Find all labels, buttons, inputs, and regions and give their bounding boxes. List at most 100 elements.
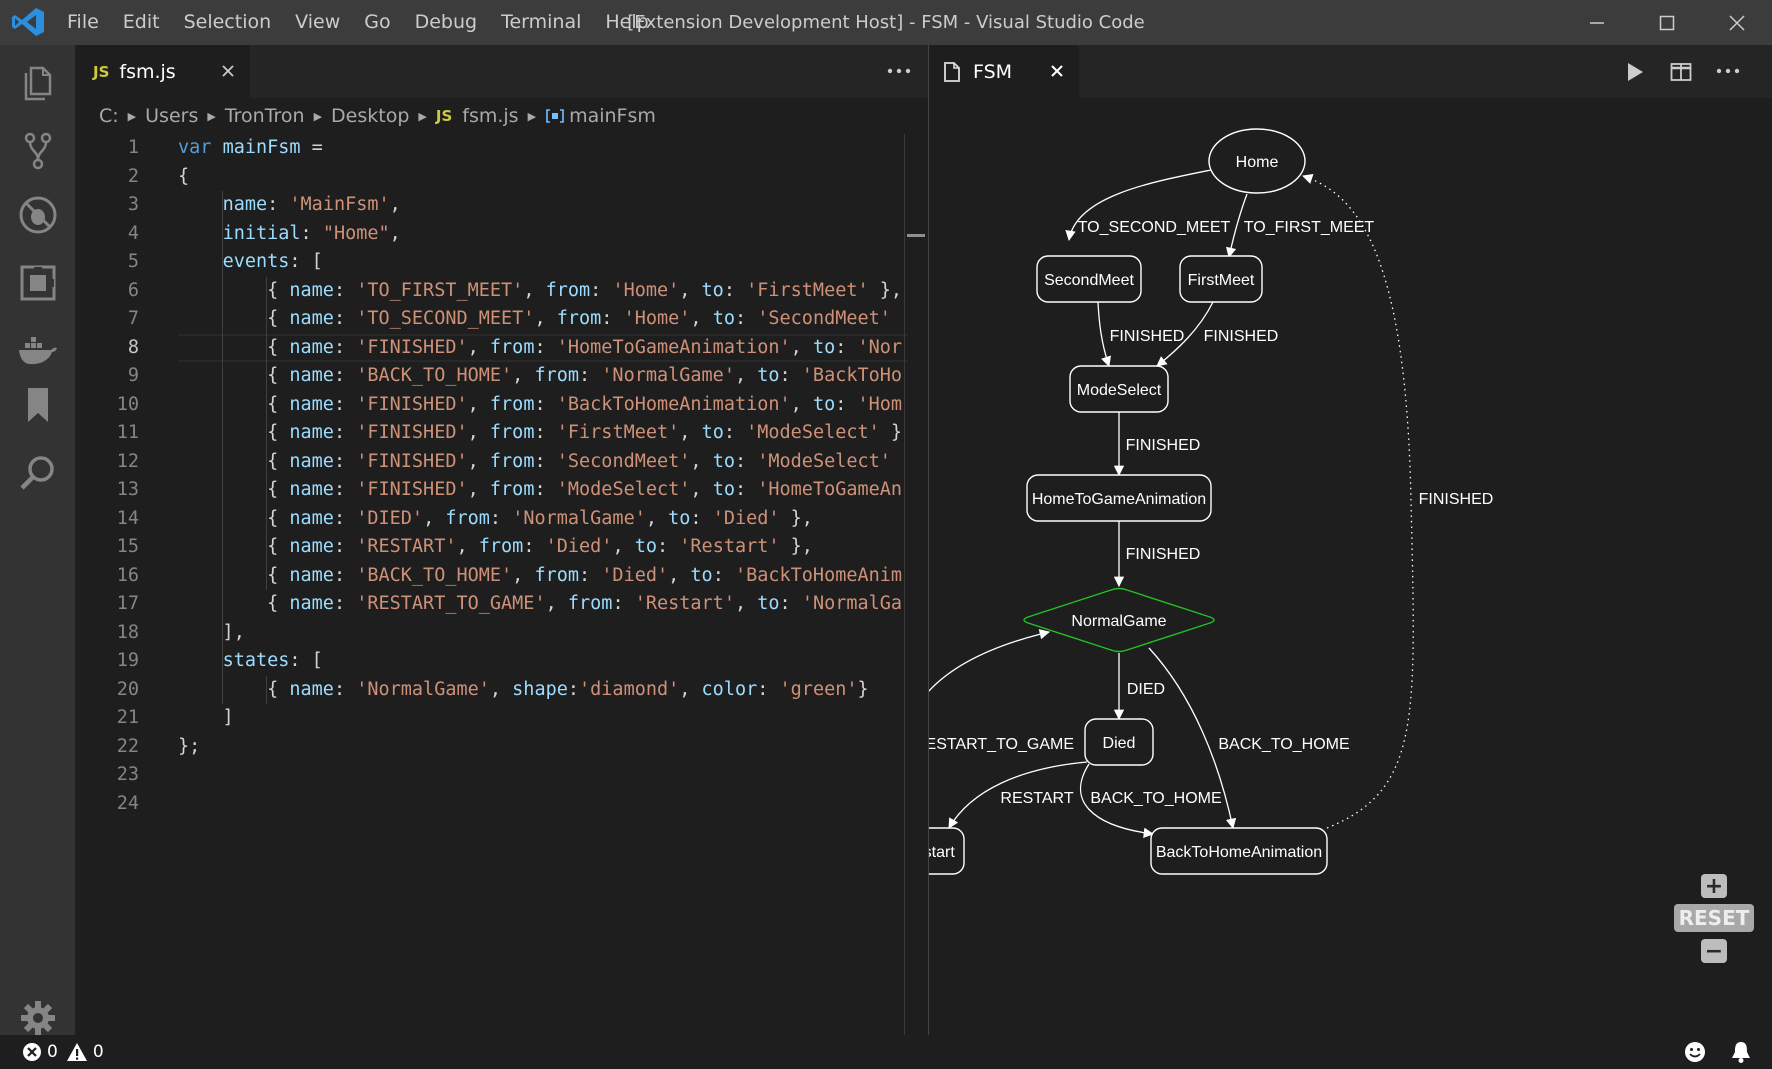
code-token: , (467, 422, 490, 443)
close-icon (1051, 65, 1063, 77)
code-token: name (289, 308, 334, 329)
zoom-in-button[interactable]: + (1701, 874, 1727, 899)
code-editor[interactable]: 1 var mainFsm = 2{3 name: 'MainFsm', 4 init… (75, 134, 928, 1034)
feedback-button[interactable] (1683, 1040, 1707, 1069)
activity-debug[interactable] (0, 187, 75, 243)
code-token: , (679, 678, 702, 700)
code-token: name (289, 479, 334, 500)
split-editor-button[interactable] (1666, 57, 1696, 87)
line-number: 7 (127, 308, 139, 329)
tab-close-button[interactable] (1047, 61, 1067, 81)
code-token: : (333, 450, 357, 472)
breadcrumb-item[interactable]: C: (99, 105, 119, 127)
breadcrumb-symbol[interactable]: mainFsm (545, 105, 656, 127)
tab-fsm-js[interactable]: JS fsm.js (75, 45, 250, 98)
tab-close-button[interactable] (218, 61, 238, 81)
code-token: , (389, 194, 401, 215)
code-token: to (712, 308, 735, 329)
fsm-node-label: SecondMeet (1044, 272, 1134, 289)
fsm-edge-label: FINISHED (1110, 328, 1185, 345)
code-token: to (634, 536, 657, 557)
menu-selection[interactable]: Selection (172, 0, 284, 45)
close-icon (222, 65, 234, 77)
code-token: { (178, 536, 290, 557)
docker-icon (18, 337, 57, 365)
activity-bookmarks[interactable] (0, 377, 75, 433)
zoom-reset-button[interactable]: RESET (1674, 904, 1754, 932)
notifications-button[interactable] (1730, 1040, 1752, 1069)
code-token: : (333, 308, 357, 329)
activity-source-control[interactable] (0, 123, 75, 179)
activity-docker[interactable] (0, 323, 75, 379)
more-actions-button[interactable] (884, 56, 914, 86)
line-content: initial: "Home", (178, 220, 401, 249)
zoom-out-button[interactable]: − (1701, 939, 1727, 964)
activity-explorer[interactable] (0, 55, 75, 111)
code-token: , (423, 507, 446, 529)
code-token: 'ModeSelect' (757, 450, 891, 472)
line-content: states: [ (178, 647, 323, 676)
code-token: : (333, 336, 357, 358)
line-content: { (178, 163, 189, 192)
code-token: name (289, 365, 334, 386)
code-token: : (612, 593, 635, 614)
maximize-button[interactable] (1632, 0, 1702, 45)
code-token: : (489, 507, 513, 529)
code-token: { (178, 678, 290, 700)
breadcrumb-file[interactable]: JS fsm.js (436, 105, 519, 127)
code-line: 9 { name: 'BACK_TO_HOME', from: 'NormalG… (75, 362, 928, 391)
activity-search[interactable] (0, 445, 75, 501)
code-token: 'diamond' (579, 678, 680, 700)
menu-debug[interactable]: Debug (403, 0, 489, 45)
code-token: : (523, 536, 546, 557)
maximize-icon (1659, 15, 1675, 30)
code-token: name (289, 564, 334, 586)
line-content: }; (178, 733, 200, 762)
activity-extensions[interactable] (0, 255, 75, 311)
code-token: , (467, 450, 490, 472)
menu-terminal[interactable]: Terminal (489, 0, 593, 45)
code-token: 'FINISHED' (356, 450, 468, 472)
code-token: from (556, 308, 602, 329)
code-token: : (333, 678, 357, 700)
code-token: 'FINISHED' (356, 479, 468, 500)
code-token: to (812, 336, 836, 358)
problems-indicator[interactable]: 0 0 (22, 1042, 104, 1062)
menu-go[interactable]: Go (352, 0, 402, 45)
chevron-right-icon: ▶ (127, 109, 137, 123)
code-token: , (690, 479, 713, 500)
more-actions-button[interactable] (1713, 56, 1743, 86)
line-content: { name: 'RESTART', from: 'Died', to: 'Re… (178, 533, 813, 562)
split-editor-icon (1670, 63, 1692, 81)
fsm-graph-view[interactable]: TO_SECOND_MEET TO_FIRST_MEET FINISHED FINIS… (929, 98, 1772, 1035)
breadcrumb-item[interactable]: Desktop (331, 105, 409, 127)
code-token: , (467, 393, 490, 415)
code-token: states (222, 650, 290, 671)
code-token: from (567, 593, 613, 614)
code-line: 10 { name: 'FINISHED', from: 'BackToHome… (75, 391, 928, 420)
menu-help[interactable]: Help (593, 0, 660, 45)
code-token: to (757, 593, 780, 614)
source-control-icon (24, 132, 51, 170)
code-token: : (601, 308, 624, 329)
editor-scrollbar[interactable] (904, 134, 925, 1035)
run-button[interactable] (1620, 57, 1650, 87)
breadcrumb-item[interactable]: TronTron (225, 105, 305, 127)
code-token: , (645, 507, 669, 529)
chevron-right-icon: ▶ (527, 109, 537, 123)
minimize-button[interactable] (1562, 0, 1632, 45)
code-token: : (579, 365, 602, 386)
tab-fsm-preview[interactable]: FSM (929, 45, 1079, 98)
menu-edit[interactable]: Edit (111, 0, 172, 45)
code-token: : (835, 336, 858, 358)
close-window-button[interactable] (1702, 0, 1772, 45)
close-icon (1729, 14, 1745, 31)
code-token: , (679, 422, 702, 443)
code-token: = (311, 137, 323, 158)
breadcrumb-item[interactable]: Users (145, 105, 198, 127)
line-number: 5 (127, 251, 139, 272)
menu-view[interactable]: View (283, 0, 352, 45)
menu-file[interactable]: File (55, 0, 111, 45)
